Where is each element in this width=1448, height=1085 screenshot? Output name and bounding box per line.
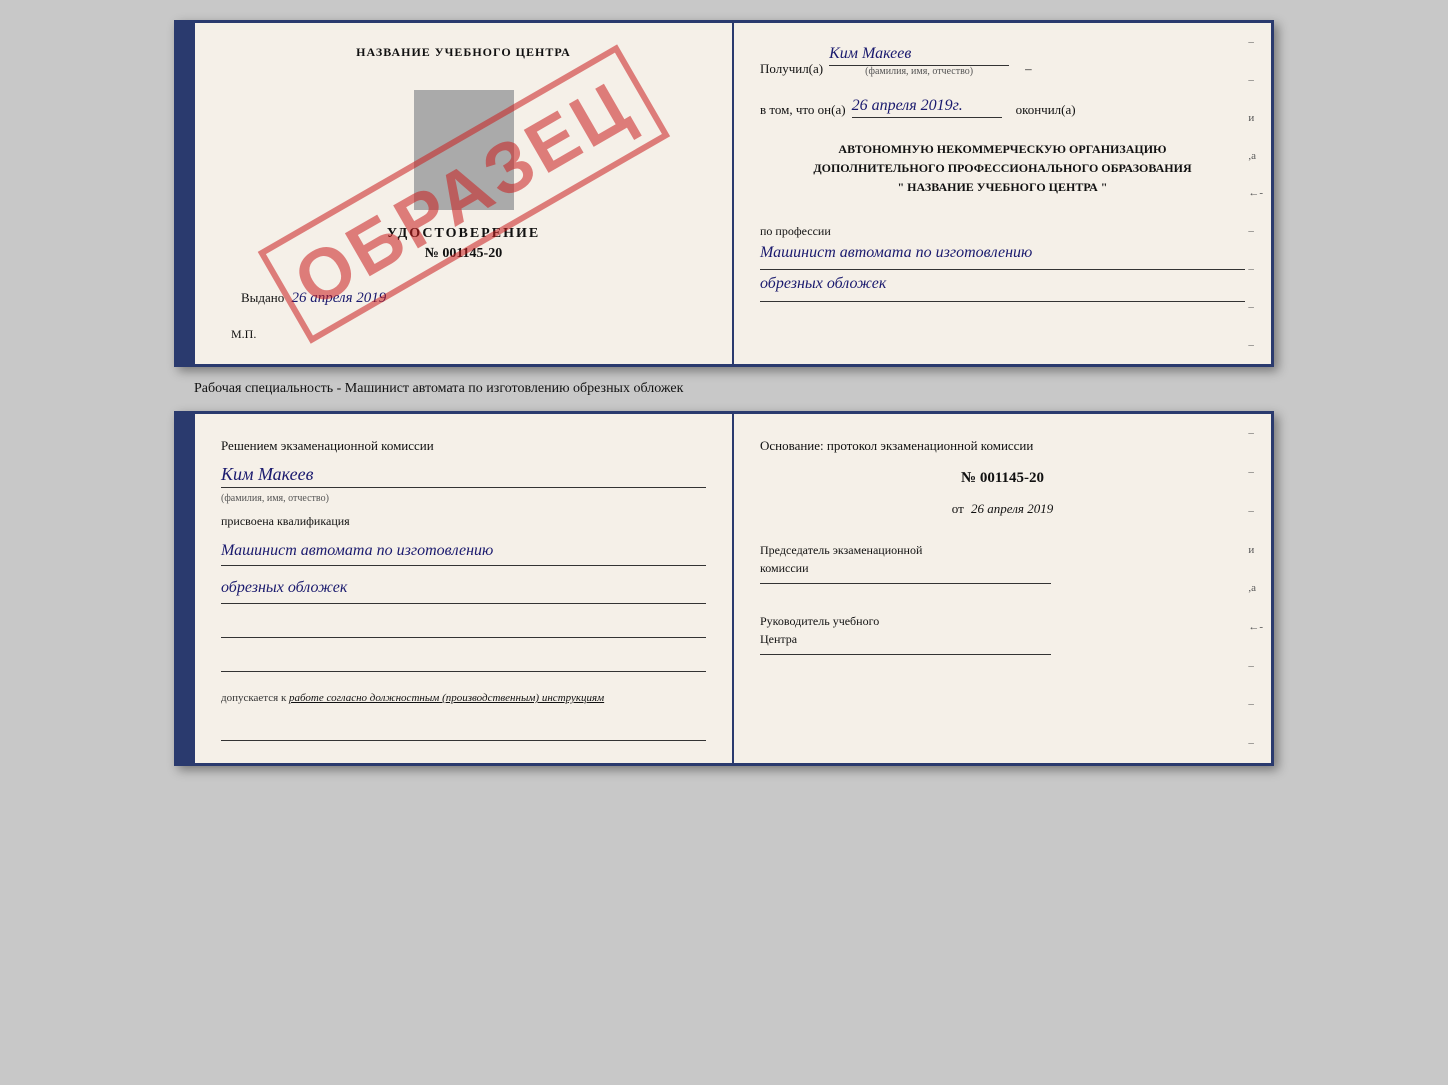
cert-right-page: Получил(а) Ким Макеев (фамилия, имя, отч… [734, 23, 1271, 364]
head-sign-line [760, 654, 1051, 655]
received-row: Получил(а) Ким Макеев (фамилия, имя, отч… [760, 45, 1245, 77]
qual-prof-line1: Машинист автомата по изготовлению [221, 537, 706, 567]
prof-line-1: Машинист автомата по изготовлению [760, 239, 1245, 271]
cert-school-title: НАЗВАНИЕ УЧЕБНОГО ЦЕНТРА [356, 45, 571, 60]
prof-line-2: обрезных обложек [760, 270, 1245, 302]
head-label-2: Центра [760, 630, 1245, 648]
chair-sign-line [760, 583, 1051, 584]
qual-допуск: допускается к работе согласно должностны… [221, 690, 706, 707]
photo-placeholder [414, 90, 514, 210]
cert-issued-date: Выдано 26 апреля 2019 [221, 290, 386, 307]
chair-block: Председатель экзаменационной комиссии [760, 541, 1245, 584]
qual-name-block: Ким Макеев (фамилия, имя, отчество) [221, 464, 706, 506]
qualification-book: Решением экзаменационной комиссии Ким Ма… [174, 411, 1274, 766]
qual-name: Ким Макеев [221, 464, 706, 488]
qual-protocol-number: № 001145-20 [760, 470, 1245, 487]
qual-right-decoration: – – – и ,а ←- – – – [1248, 414, 1263, 763]
document-container: НАЗВАНИЕ УЧЕБНОГО ЦЕНТРА УДОСТОВЕРЕНИЕ №… [20, 20, 1428, 766]
certificate-book: НАЗВАНИЕ УЧЕБНОГО ЦЕНТРА УДОСТОВЕРЕНИЕ №… [174, 20, 1274, 367]
book-spine [177, 23, 195, 364]
qual-line-3 [221, 721, 706, 741]
qual-book-spine [177, 414, 195, 763]
right-decoration: – – и ,а ←- – – – – [1248, 23, 1263, 364]
caption-text: Рабочая специальность - Машинист автомат… [194, 377, 683, 401]
cert-label: УДОСТОВЕРЕНИЕ [387, 226, 540, 242]
qual-left-page: Решением экзаменационной комиссии Ким Ма… [195, 414, 734, 763]
completed-row: в том, что он(а) 26 апреля 2019г. окончи… [760, 97, 1245, 118]
cert-mp: М.П. [221, 327, 256, 342]
head-block: Руководитель учебного Центра [760, 612, 1245, 655]
qual-heading: Решением экзаменационной комиссии [221, 436, 706, 456]
qual-right-heading: Основание: протокол экзаменационной коми… [760, 436, 1245, 456]
chair-label-1: Председатель экзаменационной [760, 541, 1245, 559]
cert-number: № 001145-20 [425, 246, 502, 262]
qual-right-page: Основание: протокол экзаменационной коми… [734, 414, 1271, 763]
profession-block: по профессии Машинист автомата по изгото… [760, 218, 1245, 303]
received-name: Ким Макеев [829, 45, 1009, 66]
cert-stamp-area: УДОСТОВЕРЕНИЕ № 001145-20 [221, 70, 706, 272]
qual-protocol-date: от 26 апреля 2019 [760, 501, 1245, 517]
org-block: АВТОНОМНУЮ НЕКОММЕРЧЕСКУЮ ОРГАНИЗАЦИЮ ДО… [760, 140, 1245, 198]
in-that-date: 26 апреля 2019г. [852, 97, 1002, 118]
qual-prof-line2: обрезных обложек [221, 574, 706, 604]
qual-line-1 [221, 618, 706, 638]
qual-line-2 [221, 652, 706, 672]
chair-label-2: комиссии [760, 559, 1245, 577]
qual-assigned: присвоена квалификация [221, 514, 706, 529]
cert-left-page: НАЗВАНИЕ УЧЕБНОГО ЦЕНТРА УДОСТОВЕРЕНИЕ №… [195, 23, 734, 364]
head-label-1: Руководитель учебного [760, 612, 1245, 630]
